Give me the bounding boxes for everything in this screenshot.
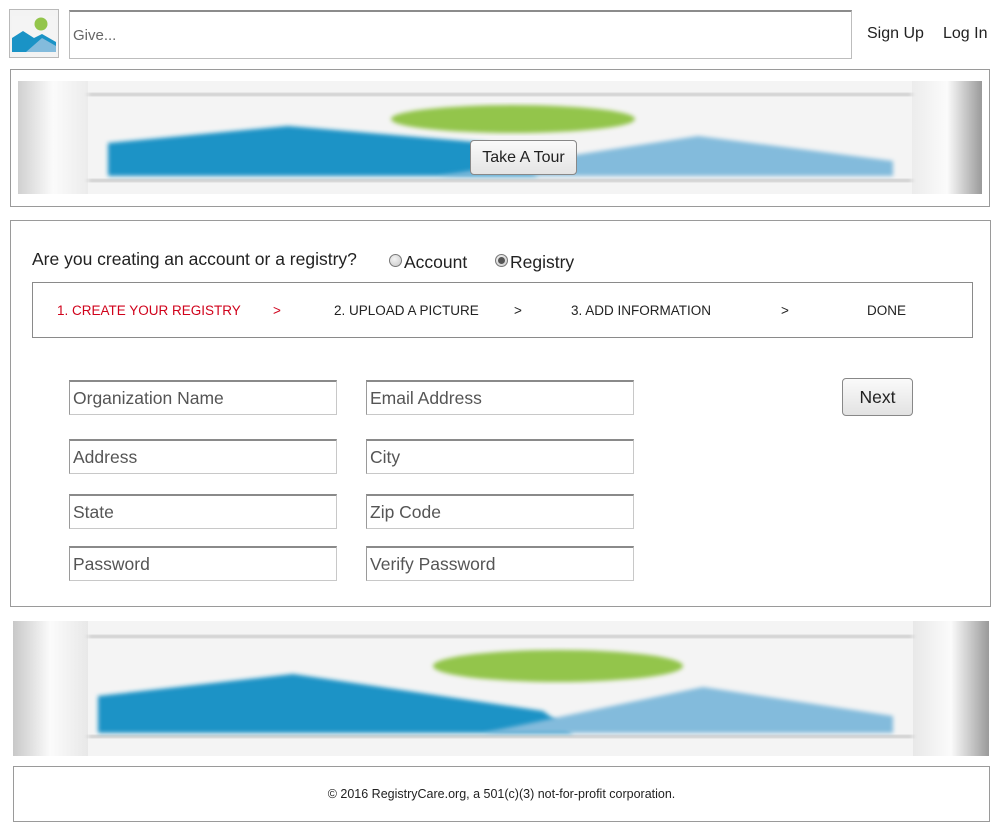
copyright-text: © 2016 RegistryCare.org, a 501(c)(3) not… — [327, 787, 676, 801]
address-field[interactable] — [69, 439, 337, 474]
account-type-question: Are you creating an account or a registr… — [32, 249, 357, 269]
registry-radio-label: Registry — [510, 252, 575, 272]
verify-password-field[interactable] — [366, 546, 634, 581]
next-button[interactable]: Next — [842, 378, 913, 416]
banner-image-icon — [18, 81, 982, 194]
state-field[interactable] — [69, 494, 337, 529]
organization-name-field[interactable] — [69, 380, 337, 415]
registry-radio-option[interactable]: Registry — [495, 252, 574, 273]
step-separator: > — [273, 303, 281, 318]
zip-code-field[interactable] — [366, 494, 634, 529]
step-separator: > — [781, 303, 789, 318]
logo-image-icon[interactable] — [9, 9, 59, 58]
account-radio-option[interactable]: Account — [389, 252, 467, 273]
step-add-information: 3. ADD INFORMATION — [571, 303, 712, 318]
account-radio-label: Account — [404, 252, 468, 272]
take-tour-button[interactable]: Take A Tour — [470, 140, 577, 175]
search-input[interactable] — [69, 10, 852, 59]
login-link[interactable]: Log In — [943, 25, 987, 43]
step-separator: > — [514, 303, 522, 318]
signup-link[interactable]: Sign Up — [867, 25, 924, 43]
account-radio[interactable] — [389, 254, 402, 267]
email-field[interactable] — [366, 380, 634, 415]
footer-banner-image-icon — [13, 621, 989, 756]
step-upload-picture: 2. UPLOAD A PICTURE — [334, 303, 479, 318]
password-field[interactable] — [69, 546, 337, 581]
footer: © 2016 RegistryCare.org, a 501(c)(3) not… — [13, 766, 990, 822]
registry-radio[interactable] — [495, 254, 508, 267]
step-done: DONE — [867, 303, 907, 318]
step-create-registry: 1. CREATE YOUR REGISTRY — [57, 303, 241, 318]
city-field[interactable] — [366, 439, 634, 474]
